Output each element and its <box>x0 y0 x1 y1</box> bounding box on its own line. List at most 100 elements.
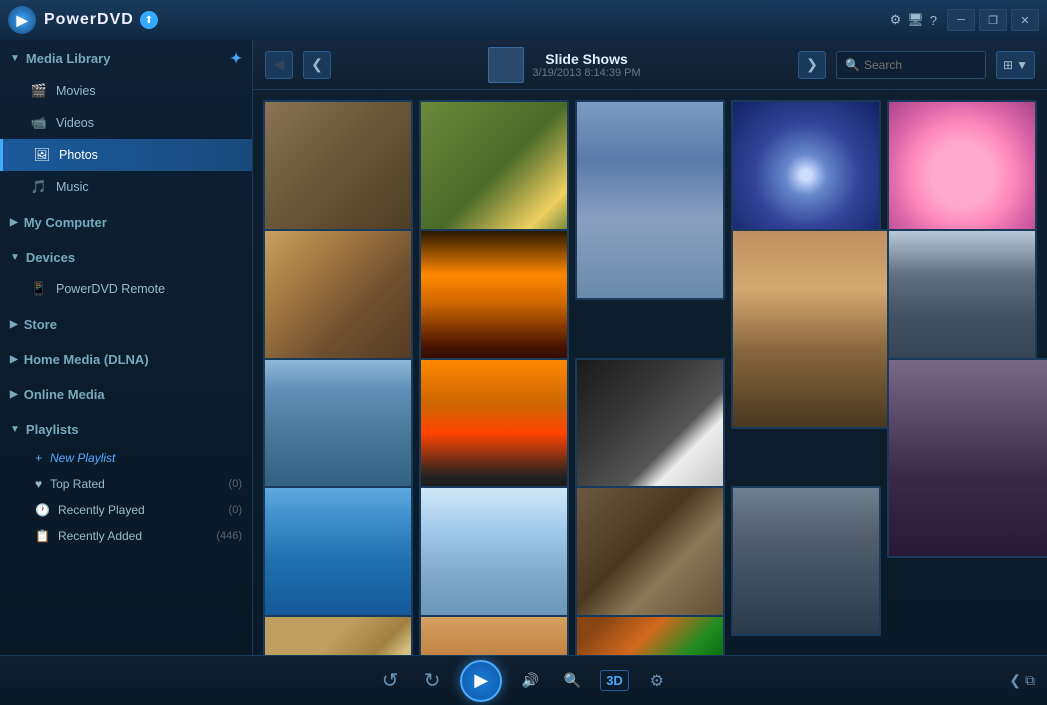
photo-item[interactable] <box>263 358 413 508</box>
recently-played-item[interactable]: 🕐 Recently Played (0) <box>0 497 252 523</box>
photo-item[interactable] <box>419 486 569 636</box>
sidebar-item-videos[interactable]: 📹 Videos <box>0 107 252 139</box>
my-computer-label: My Computer <box>24 215 107 230</box>
sidebar-item-movies[interactable]: 🎬 Movies <box>0 75 252 107</box>
devices-chevron: ▼ <box>10 252 20 263</box>
new-playlist-label: New Playlist <box>50 451 115 465</box>
view-toggle-button[interactable]: ⊞ ▼ <box>996 51 1035 79</box>
settings-icon[interactable]: ⚙ <box>890 12 902 28</box>
titlebar-icons: ⚙ 🖥 ? <box>890 12 937 28</box>
devices-section: ▼ Devices 📱 PowerDVD Remote <box>0 240 252 307</box>
pip-button[interactable]: ⧉ <box>1025 672 1035 689</box>
store-label: Store <box>24 317 57 332</box>
help-icon[interactable]: ? <box>930 13 937 28</box>
minimize-button[interactable]: ─ <box>947 9 975 31</box>
remote-icon: 📱 <box>30 280 48 298</box>
content-header: ◀ ❮ Slide Shows 3/19/2013 8:14:39 PM ❯ 🔍… <box>253 40 1047 90</box>
top-rated-label: Top Rated <box>50 477 105 491</box>
sidebar-item-photos[interactable]: 🖼 Photos <box>0 139 252 171</box>
back-button[interactable]: ◀ <box>265 51 293 79</box>
videos-icon: 📹 <box>30 114 48 132</box>
main-area: ▼ Media Library ✦ 🎬 Movies 📹 Videos 🖼 Ph… <box>0 40 1047 655</box>
volume-button[interactable]: 🔊 <box>516 667 544 695</box>
slideshow-date: 3/19/2013 8:14:39 PM <box>532 67 640 79</box>
search-icon: 🔍 <box>845 58 860 72</box>
photo-item[interactable] <box>263 100 413 250</box>
recently-played-icon: 🕐 <box>35 503 50 517</box>
settings-button[interactable]: ⚙ <box>643 667 671 695</box>
recently-added-item[interactable]: 📋 Recently Added (446) <box>0 523 252 549</box>
home-media-header[interactable]: ▶ Home Media (DLNA) <box>0 344 252 375</box>
media-library-label: Media Library <box>26 51 111 66</box>
close-button[interactable]: ✕ <box>1011 9 1039 31</box>
photo-item[interactable] <box>575 615 725 655</box>
monitor-icon[interactable]: 🖥 <box>907 12 924 28</box>
photo-grid <box>253 90 1047 655</box>
movies-label: Movies <box>56 84 96 98</box>
zoom-button[interactable]: 🔍 <box>558 667 586 695</box>
devices-header[interactable]: ▼ Devices <box>0 242 252 273</box>
restore-button[interactable]: ❐ <box>979 9 1007 31</box>
photo-item[interactable] <box>263 486 413 636</box>
sidebar-item-music[interactable]: 🎵 Music <box>0 171 252 203</box>
grid-view-icon: ⊞ <box>1003 58 1013 72</box>
photo-item[interactable] <box>419 229 569 379</box>
photo-item[interactable] <box>419 358 569 508</box>
my-computer-chevron: ▶ <box>10 217 18 228</box>
new-playlist-item[interactable]: + New Playlist <box>0 445 252 471</box>
prev-button[interactable]: ❮ <box>303 51 331 79</box>
photo-item[interactable] <box>575 486 725 636</box>
play-button[interactable]: ▶ <box>460 660 502 702</box>
photo-item[interactable] <box>887 100 1037 250</box>
playlists-label: Playlists <box>26 422 79 437</box>
next-button[interactable]: ❯ <box>798 51 826 79</box>
my-computer-header[interactable]: ▶ My Computer <box>0 207 252 238</box>
playlists-chevron: ▼ <box>10 424 20 435</box>
top-rated-item[interactable]: ♥ Top Rated (0) <box>0 471 252 497</box>
top-rated-count: (0) <box>229 478 242 490</box>
media-library-header[interactable]: ▼ Media Library ✦ <box>0 42 252 75</box>
home-media-label: Home Media (DLNA) <box>24 352 149 367</box>
photo-item[interactable] <box>731 100 881 250</box>
photo-item[interactable] <box>887 229 1037 379</box>
expand-controls: ❮ ⧉ <box>1009 672 1035 689</box>
add-icon: + <box>35 451 42 465</box>
window-controls: ─ ❐ ✕ <box>947 9 1039 31</box>
home-media-section: ▶ Home Media (DLNA) <box>0 342 252 377</box>
online-media-label: Online Media <box>24 387 105 402</box>
recently-played-label: Recently Played <box>58 503 145 517</box>
recently-played-count: (0) <box>229 504 242 516</box>
photo-item[interactable] <box>419 615 569 655</box>
photo-item[interactable] <box>887 358 1047 558</box>
photo-item[interactable] <box>263 229 413 379</box>
movies-icon: 🎬 <box>30 82 48 100</box>
app-title: PowerDVD <box>44 11 134 29</box>
playlists-section: ▼ Playlists + New Playlist ♥ Top Rated (… <box>0 412 252 551</box>
online-media-chevron: ▶ <box>10 389 18 400</box>
photo-item[interactable] <box>575 358 725 508</box>
store-section: ▶ Store <box>0 307 252 342</box>
playlists-header[interactable]: ▼ Playlists <box>0 414 252 445</box>
devices-label: Devices <box>26 250 75 265</box>
photos-icon: 🖼 <box>33 146 51 164</box>
sidebar: ▼ Media Library ✦ 🎬 Movies 📹 Videos 🖼 Ph… <box>0 40 253 655</box>
slideshow-thumbnail <box>488 47 524 83</box>
bottom-bar: ↺ ↻ ▶ 🔊 🔍 3D ⚙ ❮ ⧉ <box>0 655 1047 705</box>
expand-chevron: ▼ <box>10 53 20 64</box>
3d-badge[interactable]: 3D <box>600 670 629 691</box>
search-input[interactable] <box>864 58 977 72</box>
photo-item[interactable] <box>575 100 725 300</box>
photo-item[interactable] <box>419 100 569 250</box>
photo-item[interactable] <box>731 486 881 636</box>
fast-forward-button[interactable]: ↻ <box>418 667 446 695</box>
rewind-button[interactable]: ↺ <box>376 667 404 695</box>
photos-label: Photos <box>59 148 98 162</box>
photo-item[interactable] <box>263 615 413 655</box>
update-icon[interactable]: ⬆ <box>140 11 158 29</box>
online-media-header[interactable]: ▶ Online Media <box>0 379 252 410</box>
store-header[interactable]: ▶ Store <box>0 309 252 340</box>
music-icon: 🎵 <box>30 178 48 196</box>
titlebar: ▶ PowerDVD ⬆ ⚙ 🖥 ? ─ ❐ ✕ <box>0 0 1047 40</box>
expand-left-button[interactable]: ❮ <box>1009 672 1021 689</box>
sidebar-item-powerdvd-remote[interactable]: 📱 PowerDVD Remote <box>0 273 252 305</box>
